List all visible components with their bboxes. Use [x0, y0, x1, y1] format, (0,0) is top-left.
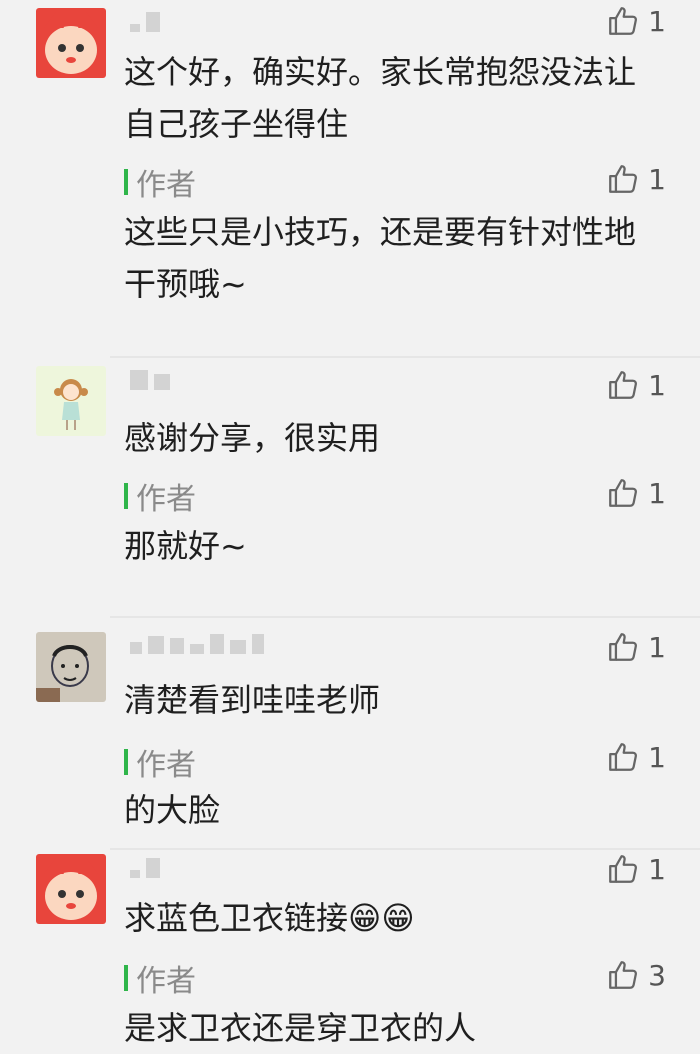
avatar[interactable]: [36, 8, 106, 78]
divider: [110, 848, 700, 850]
reply-like-button[interactable]: 1: [606, 476, 666, 510]
like-count: 1: [648, 4, 666, 38]
author-bar: [124, 749, 128, 775]
like-count: 1: [648, 162, 666, 196]
author-label: 作者: [136, 168, 196, 203]
comment-text: 清楚看到哇哇老师: [124, 681, 381, 719]
reply-like-button[interactable]: 1: [606, 740, 666, 774]
author-bar: [124, 965, 128, 991]
avatar[interactable]: [36, 854, 106, 924]
thumbs-up-icon: [609, 479, 638, 507]
thumbs-up-icon: [609, 961, 638, 989]
avatar[interactable]: [36, 366, 106, 436]
thumbs-up-icon: [609, 165, 638, 193]
thumbs-up-icon: [609, 633, 638, 661]
reply-text: 是求卫衣还是穿卫衣的人: [124, 1009, 477, 1047]
reply-like-button[interactable]: 3: [606, 958, 666, 992]
comment-text: 求蓝色卫衣链接😁😁: [124, 899, 415, 937]
username-blurred: [130, 634, 270, 654]
author-label: 作者: [136, 748, 196, 783]
like-count: 1: [648, 740, 666, 774]
author-label: 作者: [136, 964, 196, 999]
like-button[interactable]: 1: [606, 4, 666, 38]
reply-text: 那就好~: [124, 527, 247, 565]
author-tag: 作者: [124, 740, 196, 784]
avatar[interactable]: [36, 632, 106, 702]
divider: [110, 356, 700, 358]
divider: [110, 616, 700, 618]
like-count: 1: [648, 476, 666, 510]
thumbs-up-icon: [609, 855, 638, 883]
like-button[interactable]: 1: [606, 852, 666, 886]
like-count: 1: [648, 368, 666, 402]
like-count: 1: [648, 630, 666, 664]
author-label: 作者: [136, 482, 196, 517]
username-blurred: [130, 12, 166, 32]
thumbs-up-icon: [609, 743, 638, 771]
author-bar: [124, 483, 128, 509]
reply-like-button[interactable]: 1: [606, 162, 666, 196]
author-bar: [124, 169, 128, 195]
reply-text: 的大脸: [124, 791, 221, 829]
author-tag: 作者: [124, 956, 196, 1000]
author-tag: 作者: [124, 160, 196, 204]
comment-text: 这个好，确实好。家长常抱怨没法让自己孩子坐得住: [124, 53, 637, 143]
comment-text: 感谢分享，很实用: [124, 419, 381, 457]
like-count: 3: [648, 958, 666, 992]
like-button[interactable]: 1: [606, 630, 666, 664]
thumbs-up-icon: [609, 7, 638, 35]
username-blurred: [130, 858, 166, 878]
reply-text: 这些只是小技巧，还是要有针对性地干预哦~: [124, 213, 637, 303]
username-blurred: [130, 370, 176, 390]
like-count: 1: [648, 852, 666, 886]
like-button[interactable]: 1: [606, 368, 666, 402]
thumbs-up-icon: [609, 371, 638, 399]
author-tag: 作者: [124, 474, 196, 518]
